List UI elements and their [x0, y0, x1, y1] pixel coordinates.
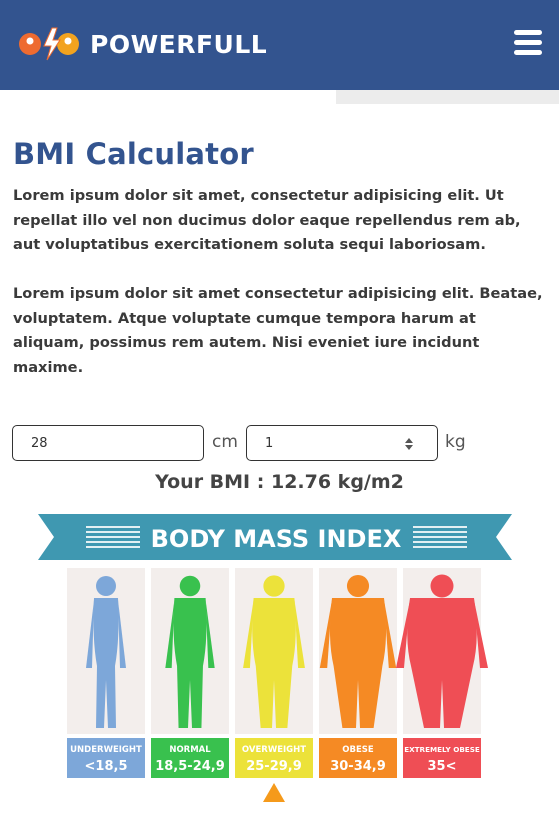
intro-paragraph-2: Lorem ipsum dolor sit amet consectetur a… — [13, 285, 543, 376]
banner-stripe-left — [86, 526, 140, 528]
banner-stripe-right — [413, 526, 467, 528]
hamburger-menu-icon[interactable] — [514, 30, 542, 56]
weight-unit-label: kg — [445, 432, 466, 452]
bmi-figure-head — [263, 575, 285, 597]
bmi-category-range: 35< — [428, 759, 457, 774]
banner-stripe-left — [86, 531, 140, 533]
bmi-infographic-svg: BODY MASS INDEX UNDERWEIGHT <18,5 NORMAL 18,… — [38, 514, 512, 802]
bmi-infographic: BODY MASS INDEX UNDERWEIGHT <18,5 NORMAL 18,… — [38, 512, 514, 812]
bmi-figure-head — [96, 576, 116, 596]
bmi-category-name: EXTREMELY OBESE — [404, 745, 480, 754]
bmi-category-range: <18,5 — [85, 759, 128, 774]
header-shadow-strip — [336, 90, 559, 104]
banner-stripe-right — [413, 536, 467, 538]
height-input[interactable] — [12, 425, 204, 461]
banner-stripe-left — [86, 541, 140, 543]
weight-stepper-icon[interactable] — [404, 436, 414, 450]
bmi-figure-head — [430, 574, 454, 598]
bmi-indicator-arrow-icon — [263, 783, 285, 802]
bmi-figure-head — [179, 575, 201, 597]
banner-stripe-right — [413, 546, 467, 548]
bmi-banner-title: BODY MASS INDEX — [151, 525, 402, 553]
banner-stripe-left — [86, 546, 140, 548]
bmi-result: Your BMI : 12.76 kg/m2 — [0, 471, 559, 493]
bmi-category-range: 18,5-24,9 — [155, 759, 225, 774]
height-unit-label: cm — [212, 432, 238, 452]
intro-paragraph-1: Lorem ipsum dolor sit amet, consectetur … — [13, 187, 521, 253]
bmi-category-range: 30-34,9 — [330, 759, 386, 774]
bmi-result-value: 12.76 kg/m2 — [270, 471, 404, 493]
banner-stripe-left — [86, 536, 140, 538]
bmi-category-name: NORMAL — [169, 745, 211, 755]
page-title: BMI Calculator — [13, 137, 254, 171]
bmi-category-name: UNDERWEIGHT — [70, 745, 142, 755]
bmi-figure-head — [346, 574, 370, 598]
brand-logo[interactable]: POWERFULL — [16, 24, 267, 64]
powerfull-logo-icon — [16, 24, 88, 64]
bmi-category-range: 25-29,9 — [246, 759, 302, 774]
brand-name: POWERFULL — [90, 29, 268, 59]
bmi-category-name: OBESE — [342, 745, 374, 755]
navbar: POWERFULL — [0, 0, 559, 90]
bmi-category-name: OVERWEIGHT — [242, 745, 306, 755]
banner-stripe-right — [413, 531, 467, 533]
bmi-result-label: Your BMI : — [155, 471, 265, 493]
banner-stripe-right — [413, 541, 467, 543]
